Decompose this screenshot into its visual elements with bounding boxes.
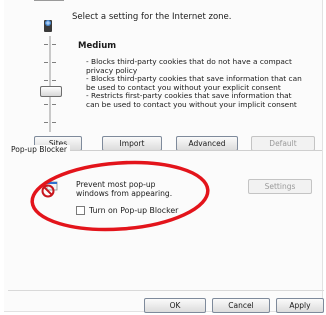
slider-tick: [52, 44, 56, 45]
group-divider: [46, 150, 322, 151]
cancel-button[interactable]: Cancel: [212, 298, 270, 313]
slider-tick: [44, 44, 48, 45]
popup-blocker-group-label: Pop-up Blocker: [11, 145, 70, 154]
slider-track[interactable]: [49, 36, 51, 132]
footer-divider: [8, 290, 324, 291]
slider-tick: [52, 104, 56, 105]
privacy-level-title: Medium: [78, 41, 117, 51]
popup-blocked-icon: [41, 181, 58, 198]
apply-button[interactable]: Apply: [276, 298, 324, 313]
globe-zone-icon: [44, 20, 52, 32]
slider-tick: [44, 80, 48, 81]
privacy-level-description: - Blocks third-party cookies that do not…: [86, 57, 314, 110]
popup-blocker-checkbox[interactable]: [76, 206, 85, 215]
advanced-button[interactable]: Advanced: [176, 136, 238, 151]
description-line: can be used to contact you without your …: [86, 99, 297, 109]
ok-button[interactable]: OK: [144, 298, 206, 313]
slider-tick: [52, 62, 56, 63]
slider-tick: [44, 104, 48, 105]
popup-blocker-checkbox-label[interactable]: Turn on Pop-up Blocker: [89, 206, 178, 215]
import-button[interactable]: Import: [102, 136, 162, 151]
slider-thumb[interactable]: [40, 86, 62, 97]
popup-settings-button[interactable]: Settings: [248, 179, 312, 194]
slider-tick: [44, 122, 48, 123]
slider-tick: [52, 122, 56, 123]
top-border-fragment: [34, 0, 64, 5]
popup-blocker-option[interactable]: Turn on Pop-up Blocker: [76, 206, 178, 215]
privacy-tab-panel: Select a setting for the Internet zone. …: [4, 0, 324, 313]
default-button[interactable]: Default: [251, 136, 315, 151]
slider-tick: [44, 62, 48, 63]
popup-blocker-description: Prevent most pop-up windows from appeari…: [76, 180, 173, 198]
slider-tick: [52, 80, 56, 81]
zone-instruction: Select a setting for the Internet zone.: [72, 12, 232, 22]
